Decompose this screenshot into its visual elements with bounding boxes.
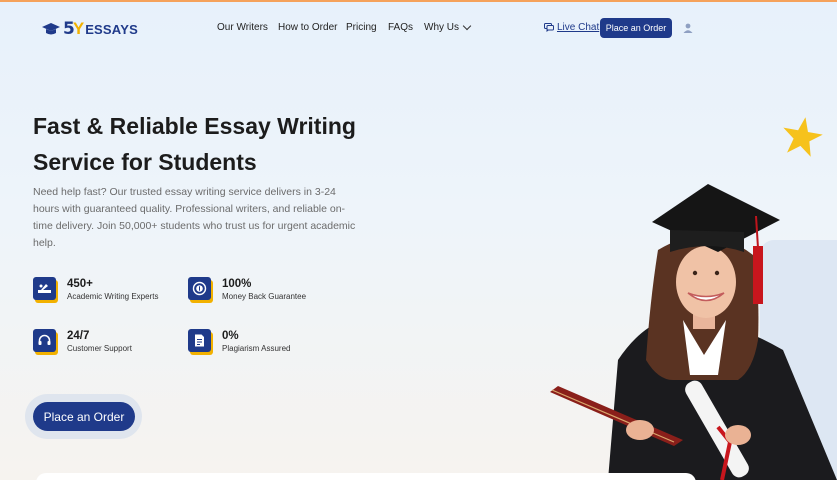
graduation-cap-icon (42, 23, 60, 35)
site-header: 5 Y ESSAYS Our Writers How to Order Pric… (0, 0, 837, 56)
stat-label: Academic Writing Experts (67, 292, 159, 301)
stat-value: 100% (222, 278, 252, 290)
star-icon (783, 117, 823, 157)
money-back-icon (188, 277, 211, 300)
nav-our-writers[interactable]: Our Writers (217, 22, 268, 33)
user-icon[interactable] (683, 23, 693, 33)
nav-why-us-label: Why Us (424, 22, 459, 33)
stat-value: 24/7 (67, 330, 90, 342)
writer-icon (33, 277, 56, 300)
logo-y: Y (72, 19, 85, 38)
bottom-card-edge (36, 473, 696, 480)
document-check-icon (188, 329, 211, 352)
stat-value: 0% (222, 330, 239, 342)
live-chat-label: Live Chat (557, 22, 600, 33)
hero-description: Need help fast? Our trusted essay writin… (33, 186, 356, 249)
hero-place-order-button[interactable]: Place an Order (33, 402, 135, 431)
stat-money-back: 100% Money Back Guarantee (188, 277, 306, 301)
stat-label: Customer Support (67, 344, 132, 353)
stat-value: 450+ (67, 278, 93, 290)
chevron-down-icon (462, 21, 472, 31)
logo-essays: ESSAYS (85, 21, 138, 37)
headset-icon (33, 329, 56, 352)
stat-writers: 450+ Academic Writing Experts (33, 277, 158, 301)
graduate-student-image (550, 184, 837, 480)
nav-why-us[interactable]: Why Us (424, 21, 472, 33)
stat-label: Money Back Guarantee (222, 292, 307, 301)
site-logo[interactable]: 5 Y ESSAYS (42, 18, 138, 40)
nav-pricing[interactable]: Pricing (346, 22, 377, 33)
stat-plagiarism: 0% Plagiarism Assured (188, 329, 290, 353)
stat-support: 24/7 Customer Support (33, 329, 132, 353)
stat-label: Plagiarism Assured (222, 344, 291, 353)
live-chat-link[interactable]: Live Chat (544, 22, 599, 33)
hero-title: Fast & Reliable Essay Writing Service fo… (33, 113, 356, 175)
nav-how-to-order[interactable]: How to Order (278, 22, 337, 33)
chat-bubble-icon (544, 23, 554, 32)
nav-faqs[interactable]: FAQs (388, 22, 413, 33)
header-place-order-button[interactable]: Place an Order (600, 18, 672, 38)
